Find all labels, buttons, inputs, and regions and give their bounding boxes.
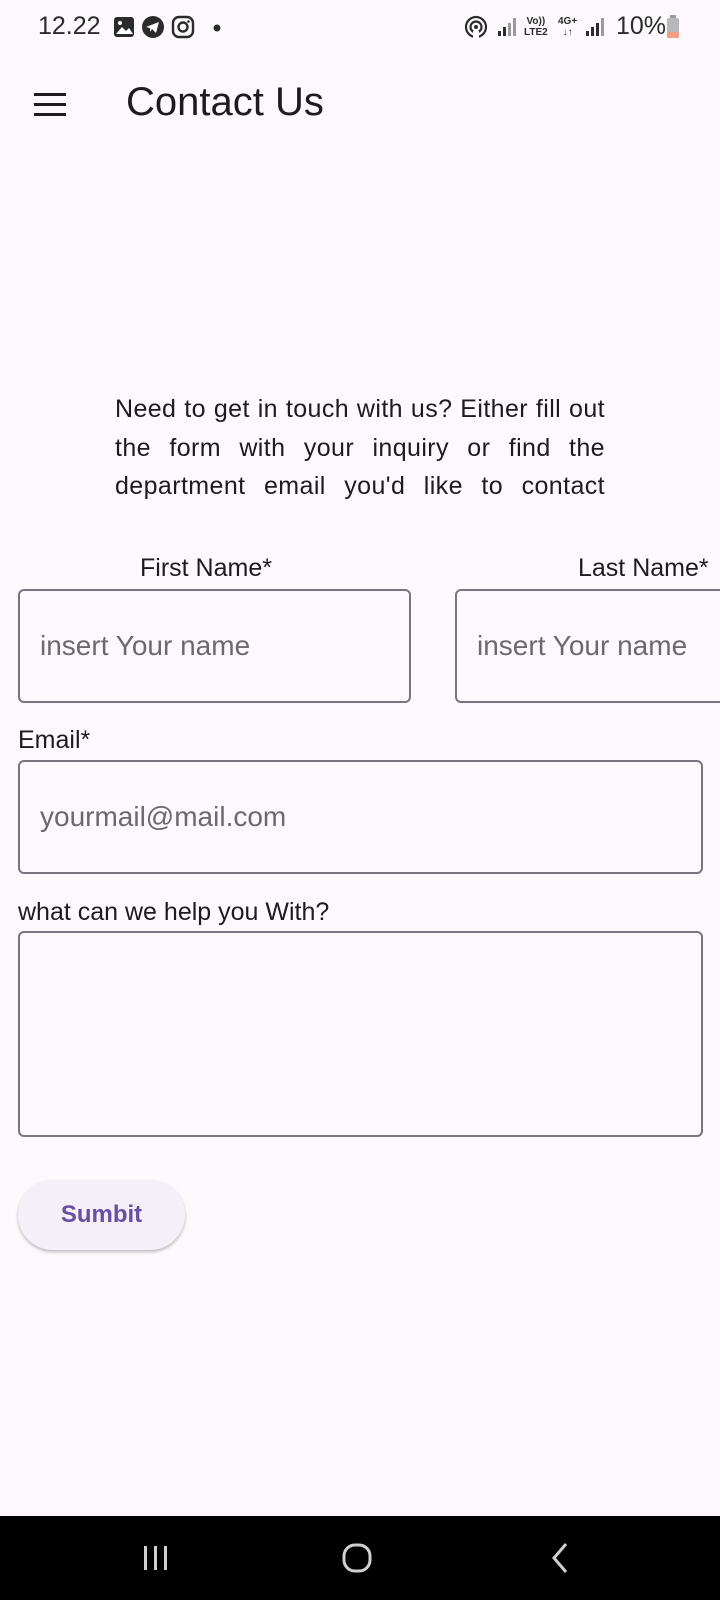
instagram-icon <box>171 15 195 39</box>
hotspot-icon <box>464 15 488 39</box>
last-name-label: Last Name* <box>578 554 709 582</box>
battery-icon <box>667 15 679 38</box>
first-name-input[interactable] <box>18 589 411 703</box>
hamburger-menu-icon[interactable] <box>28 88 72 122</box>
page-title: Contact Us <box>126 80 324 124</box>
app-bar: Contact Us <box>0 62 720 144</box>
volte-indicator: Vo)) LTE2 <box>524 16 548 38</box>
system-navigation-bar <box>0 1516 720 1600</box>
message-textarea[interactable] <box>18 931 703 1137</box>
intro-text: Need to get in touch with us? Either fil… <box>115 395 605 500</box>
battery-percent: 10% <box>616 12 667 40</box>
signal-strength-icon-2 <box>586 18 604 36</box>
signal-strength-icon <box>498 18 516 36</box>
gallery-icon <box>114 17 134 37</box>
network-type-indicator: 4G+ ↓↑ <box>558 16 578 38</box>
status-time: 12.22 <box>38 12 101 40</box>
telegram-icon <box>142 16 164 38</box>
message-label: what can we help you With? <box>18 898 330 926</box>
recent-apps-icon[interactable] <box>132 1534 180 1582</box>
submit-button[interactable]: Sumbit <box>18 1180 185 1250</box>
email-label: Email* <box>18 726 91 754</box>
contact-us-screen: 12.22 Vo)) LTE2 4G+ ↓↑ 10% Contact Us Ne… <box>0 0 720 1600</box>
back-icon[interactable] <box>536 1534 584 1582</box>
last-name-input[interactable] <box>455 589 720 703</box>
first-name-label: First Name* <box>140 554 272 582</box>
home-icon[interactable] <box>334 1534 382 1582</box>
dot-icon <box>213 24 221 32</box>
email-input[interactable] <box>18 760 703 874</box>
status-bar: 12.22 Vo)) LTE2 4G+ ↓↑ 10% <box>0 0 720 56</box>
